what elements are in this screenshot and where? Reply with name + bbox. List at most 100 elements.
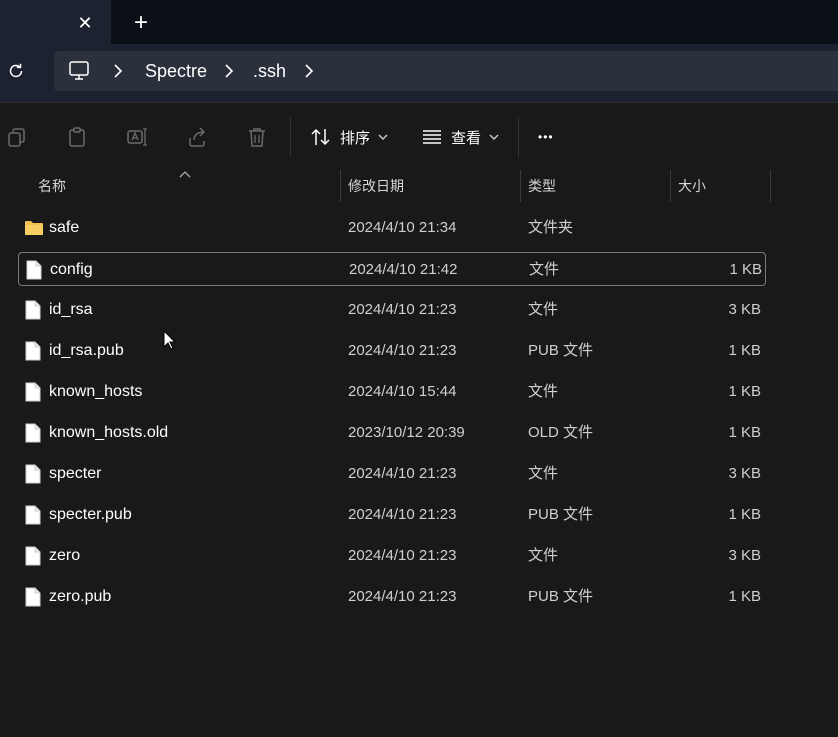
- sort-icon: [311, 128, 330, 146]
- file-size: 1 KB: [728, 588, 761, 605]
- file-name: id_rsa: [49, 301, 93, 318]
- file-name: specter.pub: [49, 506, 132, 523]
- file-row[interactable]: config 2024/4/10 21:42 文件 1 KB: [18, 252, 766, 286]
- file-row[interactable]: safe 2024/4/10 21:34 文件夹: [18, 211, 766, 245]
- chevron-down-icon: [489, 134, 499, 140]
- rename-button[interactable]: [124, 124, 150, 150]
- file-row[interactable]: zero 2024/4/10 21:23 文件 3 KB: [18, 539, 766, 573]
- breadcrumb-ssh[interactable]: .ssh: [253, 51, 286, 91]
- file-row[interactable]: specter.pub 2024/4/10 21:23 PUB 文件 1 KB: [18, 498, 766, 532]
- trash-icon: [249, 128, 265, 147]
- file-row[interactable]: known_hosts 2024/4/10 15:44 文件 1 KB: [18, 375, 766, 409]
- file-date: 2024/4/10 21:23: [348, 588, 457, 605]
- paste-button[interactable]: [64, 124, 90, 150]
- share-icon: [189, 127, 206, 147]
- file-icon: [25, 587, 41, 607]
- file-size: [681, 211, 761, 245]
- chevron-right-icon[interactable]: [108, 61, 128, 81]
- file-type: 文件: [528, 465, 559, 482]
- file-name: id_rsa.pub: [49, 342, 124, 359]
- refresh-button[interactable]: [4, 59, 28, 83]
- column-header-row: 名称 修改日期 类型 大小: [0, 170, 838, 202]
- file-date: 2024/4/10 15:44: [348, 383, 457, 400]
- file-type: OLD 文件: [528, 424, 594, 441]
- mouse-cursor-icon: [163, 330, 177, 350]
- command-bar: 排序 查看 •••: [0, 102, 838, 171]
- file-icon: [25, 464, 41, 484]
- file-date: 2024/4/10 21:23: [348, 301, 457, 318]
- more-options-button[interactable]: •••: [538, 121, 554, 153]
- address-row: Spectre .ssh: [0, 44, 838, 102]
- column-header-size[interactable]: 大小: [670, 170, 770, 202]
- column-divider[interactable]: [770, 170, 771, 202]
- share-button[interactable]: [184, 124, 210, 150]
- file-size: 1 KB: [728, 424, 761, 441]
- file-type: 文件: [528, 301, 559, 318]
- tab-bar: ✕ +: [0, 0, 838, 44]
- file-icon: [25, 505, 41, 525]
- file-size: 1 KB: [729, 261, 762, 278]
- file-date: 2024/4/10 21:23: [348, 547, 457, 564]
- file-date: 2024/4/10 21:42: [349, 261, 458, 278]
- file-type: 文件: [528, 547, 559, 564]
- file-type: 文件: [528, 383, 559, 400]
- view-button[interactable]: 查看: [421, 121, 499, 153]
- file-type: PUB 文件: [528, 588, 594, 605]
- file-row[interactable]: id_rsa.pub 2024/4/10 21:23 PUB 文件 1 KB: [18, 334, 766, 368]
- view-label: 查看: [451, 129, 482, 147]
- toolbar-separator: [290, 117, 291, 157]
- delete-button[interactable]: [244, 124, 270, 150]
- file-type: PUB 文件: [528, 506, 594, 523]
- file-date: 2024/4/10 21:23: [348, 342, 457, 359]
- file-icon: [25, 341, 41, 361]
- column-header-type[interactable]: 类型: [520, 170, 670, 202]
- close-icon: ✕: [77, 12, 93, 33]
- computer-icon: [68, 60, 90, 87]
- rename-icon: [127, 128, 147, 146]
- refresh-icon: [9, 63, 23, 78]
- column-header-date[interactable]: 修改日期: [340, 170, 520, 202]
- file-date: 2024/4/10 21:23: [348, 465, 457, 482]
- view-list-icon: [423, 130, 441, 144]
- file-name: specter: [49, 465, 102, 482]
- file-name: safe: [49, 219, 80, 236]
- file-size: 3 KB: [728, 301, 761, 318]
- chevron-down-icon: [378, 134, 388, 140]
- file-date: 2024/4/10 21:34: [348, 219, 457, 236]
- file-date: 2023/10/12 20:39: [348, 424, 465, 441]
- file-row[interactable]: known_hosts.old 2023/10/12 20:39 OLD 文件 1 K…: [18, 416, 766, 450]
- file-icon: [26, 260, 42, 280]
- file-row[interactable]: zero.pub 2024/4/10 21:23 PUB 文件 1 KB: [18, 580, 766, 614]
- file-size: 1 KB: [728, 383, 761, 400]
- file-row[interactable]: id_rsa 2024/4/10 21:23 文件 3 KB: [18, 293, 766, 327]
- file-size: 3 KB: [728, 465, 761, 482]
- address-bar[interactable]: Spectre .ssh: [54, 51, 838, 91]
- file-name: config: [50, 261, 93, 278]
- breadcrumb-spectre[interactable]: Spectre: [145, 51, 207, 91]
- sort-button[interactable]: 排序: [310, 121, 388, 153]
- clipboard-icon: [69, 127, 85, 147]
- file-size: 1 KB: [728, 342, 761, 359]
- chevron-right-icon[interactable]: [299, 61, 319, 81]
- close-tab-button[interactable]: ✕: [72, 10, 98, 36]
- file-type: 文件夹: [528, 219, 574, 236]
- column-header-name[interactable]: 名称: [30, 170, 340, 202]
- file-row[interactable]: specter 2024/4/10 21:23 文件 3 KB: [18, 457, 766, 491]
- file-icon: [25, 546, 41, 566]
- copy-button[interactable]: [4, 124, 30, 150]
- file-name: zero: [49, 547, 81, 564]
- file-name: zero.pub: [49, 588, 112, 605]
- file-icon: [25, 382, 41, 402]
- new-tab-button[interactable]: +: [128, 10, 154, 36]
- folder-icon: [25, 221, 43, 235]
- plus-icon: +: [133, 9, 148, 36]
- file-type: 文件: [529, 261, 560, 278]
- more-icon: •••: [538, 130, 554, 144]
- file-icon: [25, 423, 41, 443]
- active-tab[interactable]: ✕: [0, 0, 111, 44]
- file-name: known_hosts: [49, 383, 143, 400]
- file-icon: [25, 300, 41, 320]
- chevron-right-icon[interactable]: [219, 61, 239, 81]
- file-name: known_hosts.old: [49, 424, 169, 441]
- file-size: 1 KB: [728, 506, 761, 523]
